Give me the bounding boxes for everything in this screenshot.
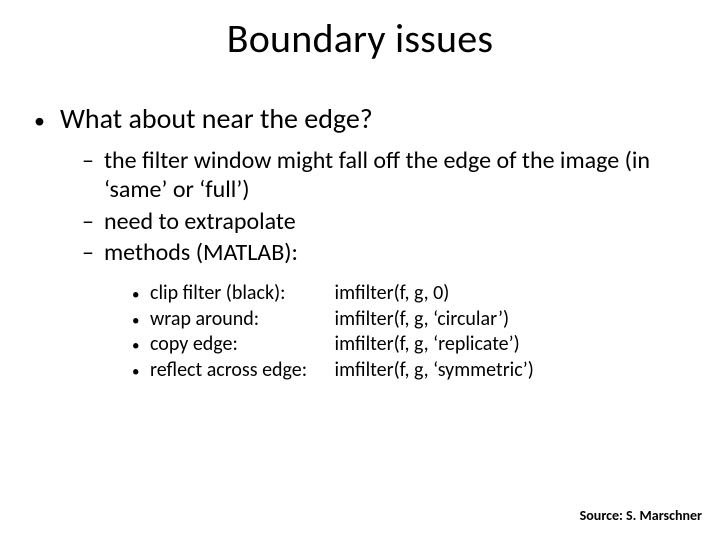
bullet-dot-icon: • bbox=[132, 336, 150, 356]
bullet-level2: – the filter window might fall off the e… bbox=[82, 146, 686, 205]
bullet-level3: • clip filter (black): imfilter(f, g, 0) bbox=[132, 281, 686, 307]
bullet-level2: – methods (MATLAB): bbox=[82, 238, 686, 267]
level3-group: • clip filter (black): imfilter(f, g, 0)… bbox=[132, 281, 686, 383]
method-row: wrap around: imfilter(f, g, ‘circular’) bbox=[150, 307, 509, 333]
subpoint-text: need to extrapolate bbox=[104, 207, 296, 236]
method-label: copy edge: bbox=[150, 332, 330, 358]
bullet-dot-icon: • bbox=[34, 107, 60, 135]
slide-body: • What about near the edge? – the filter… bbox=[0, 63, 720, 383]
method-label: clip filter (black): bbox=[150, 281, 330, 307]
subpoint-text: the filter window might fall off the edg… bbox=[104, 146, 686, 205]
method-row: reflect across edge: imfilter(f, g, ‘sym… bbox=[150, 358, 534, 384]
method-label: reflect across edge: bbox=[150, 358, 330, 384]
slide: Boundary issues • What about near the ed… bbox=[0, 0, 720, 540]
bullet-level1: • What about near the edge? bbox=[34, 101, 686, 136]
dash-icon: – bbox=[82, 207, 104, 236]
method-row: copy edge: imfilter(f, g, ‘replicate’) bbox=[150, 332, 520, 358]
dash-icon: – bbox=[82, 238, 104, 267]
bullet-level3: • copy edge: imfilter(f, g, ‘replicate’) bbox=[132, 332, 686, 358]
method-row: clip filter (black): imfilter(f, g, 0) bbox=[150, 281, 449, 307]
question-text: What about near the edge? bbox=[60, 101, 373, 136]
slide-title: Boundary issues bbox=[0, 0, 720, 63]
subpoint-text: methods (MATLAB): bbox=[104, 238, 298, 267]
dash-icon: – bbox=[82, 146, 104, 175]
bullet-dot-icon: • bbox=[132, 362, 150, 382]
level2-group: – the filter window might fall off the e… bbox=[82, 146, 686, 383]
method-code: imfilter(f, g, 0) bbox=[335, 281, 450, 305]
method-code: imfilter(f, g, ‘replicate’) bbox=[335, 332, 520, 356]
bullet-level3: • wrap around: imfilter(f, g, ‘circular’… bbox=[132, 307, 686, 333]
bullet-dot-icon: • bbox=[132, 311, 150, 331]
bullet-level3: • reflect across edge: imfilter(f, g, ‘s… bbox=[132, 358, 686, 384]
bullet-level2: – need to extrapolate bbox=[82, 207, 686, 236]
method-label: wrap around: bbox=[150, 307, 330, 333]
source-attribution: Source: S. Marschner bbox=[580, 507, 702, 524]
method-code: imfilter(f, g, ‘circular’) bbox=[335, 307, 509, 331]
method-code: imfilter(f, g, ‘symmetric’) bbox=[335, 358, 534, 382]
bullet-dot-icon: • bbox=[132, 285, 150, 305]
